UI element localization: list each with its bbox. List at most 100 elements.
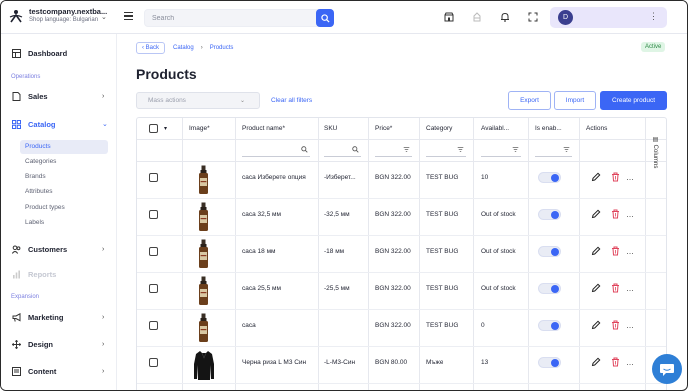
enabled-toggle[interactable] [538, 246, 561, 257]
delete-trash-icon[interactable] [611, 320, 620, 330]
chevron-right-icon: › [102, 93, 105, 100]
products-table: ▾ Image* Product name* SKU Price* Catego… [136, 117, 667, 390]
sidebar-subitem-products[interactable]: Products [25, 143, 51, 150]
header-category[interactable]: Category [426, 125, 452, 132]
row-checkbox[interactable] [149, 173, 158, 182]
sidebar-item-label: Dashboard [28, 49, 68, 58]
breadcrumb-catalog[interactable]: Catalog [173, 45, 194, 51]
fullscreen-icon[interactable] [528, 12, 538, 22]
search-input[interactable] [145, 10, 305, 26]
row-checkbox[interactable] [149, 358, 158, 367]
filter-category-input[interactable] [426, 145, 466, 157]
table-row[interactable]: Черна риза L M3 Син -L-M3-Син BGN 80.00 … [137, 347, 666, 384]
table-row[interactable]: саса Изберете опция -Изберет... BGN 322.… [137, 162, 666, 199]
sidebar-item-sales[interactable]: Sales [12, 92, 48, 101]
menu-toggle-icon[interactable] [124, 12, 133, 20]
sidebar: Dashboard Operations Sales › Catalog ⌄ P… [1, 34, 117, 390]
edit-pencil-icon[interactable] [591, 172, 601, 182]
product-name-cell[interactable]: саса 25,5 мм [242, 285, 314, 292]
enabled-toggle[interactable] [538, 172, 561, 183]
product-name-cell[interactable]: Черна риза L M3 Син [242, 359, 314, 366]
product-name-cell[interactable]: саса 32,5 мм [242, 211, 314, 218]
filter-product-name-input[interactable] [242, 145, 310, 157]
enabled-toggle[interactable] [538, 209, 561, 220]
store-icon[interactable] [444, 12, 454, 22]
category-cell: TEST BUG [426, 322, 459, 329]
select-all-checkbox[interactable] [149, 124, 158, 133]
delete-trash-icon[interactable] [611, 283, 620, 293]
table-row[interactable]: саса 25,5 мм -25,5 мм BGN 322.00 TEST BU… [137, 273, 666, 310]
row-checkbox[interactable] [149, 321, 158, 330]
chevron-down-icon[interactable]: ▾ [164, 125, 167, 132]
sidebar-item-catalog[interactable]: Catalog [12, 120, 56, 129]
more-horizontal-icon[interactable]: … [626, 173, 634, 182]
table-row[interactable]: саса 32,5 мм -32,5 мм BGN 322.00 TEST BU… [137, 199, 666, 236]
edit-pencil-icon[interactable] [591, 320, 601, 330]
sidebar-subitem-labels[interactable]: Labels [25, 219, 44, 226]
sidebar-item-dashboard[interactable]: Dashboard [12, 49, 67, 58]
user-menu[interactable]: D ⋮ [550, 7, 667, 28]
delete-trash-icon[interactable] [611, 246, 620, 256]
export-button[interactable]: Export [508, 91, 551, 110]
sidebar-item-marketing[interactable]: Marketing [12, 313, 63, 322]
filter-enabled-input[interactable] [535, 145, 572, 157]
more-horizontal-icon[interactable]: … [626, 284, 634, 293]
table-row[interactable]: саса BGN 322.00 TEST BUG 0 … [137, 310, 666, 347]
sidebar-subitem-attributes[interactable]: Attributes [25, 188, 52, 195]
clear-filters-link[interactable]: Clear all filters [271, 97, 312, 104]
chat-widget-button[interactable] [652, 354, 682, 384]
availability-cell: 13 [481, 359, 489, 366]
breadcrumb-products[interactable]: Products [210, 45, 234, 51]
more-horizontal-icon[interactable]: … [626, 358, 634, 367]
filter-price-input[interactable] [375, 145, 412, 157]
category-cell: TEST BUG [426, 285, 459, 292]
more-horizontal-icon[interactable]: … [626, 247, 634, 256]
table-row[interactable]: саса 18 мм -18 мм BGN 322.00 TEST BUG Ou… [137, 236, 666, 273]
catalog-grid-icon [12, 120, 21, 129]
delete-trash-icon[interactable] [611, 172, 620, 182]
more-vertical-icon[interactable]: ⋮ [649, 11, 658, 22]
header-is-enabled[interactable]: Is enab... [535, 125, 562, 132]
edit-pencil-icon[interactable] [591, 283, 601, 293]
enabled-toggle[interactable] [538, 320, 561, 331]
delete-trash-icon[interactable] [611, 357, 620, 367]
category-cell: TEST BUG [426, 211, 459, 218]
header-product-name[interactable]: Product name* [242, 125, 285, 132]
search-button[interactable] [316, 9, 334, 27]
mass-actions-select[interactable]: Mass actions ⌄ [136, 92, 260, 109]
sidebar-subitem-categories[interactable]: Categories [25, 158, 56, 165]
filter-sku-input[interactable] [324, 145, 361, 157]
sidebar-subitem-brands[interactable]: Brands [25, 173, 46, 180]
more-horizontal-icon[interactable]: … [626, 210, 634, 219]
create-product-button[interactable]: Create product [600, 91, 667, 110]
search-icon [352, 146, 360, 154]
edit-pencil-icon[interactable] [591, 209, 601, 219]
more-horizontal-icon[interactable]: … [626, 321, 634, 330]
back-button[interactable]: ‹ Back [136, 42, 166, 54]
product-name-cell[interactable]: саса 18 мм [242, 248, 314, 255]
header-sku[interactable]: SKU [324, 125, 337, 132]
filter-availability-input[interactable] [481, 145, 521, 157]
row-checkbox[interactable] [149, 284, 158, 293]
sidebar-subitem-product-types[interactable]: Product types [25, 204, 65, 211]
delete-trash-icon[interactable] [611, 209, 620, 219]
enabled-toggle[interactable] [538, 357, 561, 368]
bell-icon[interactable] [500, 12, 510, 22]
header-price[interactable]: Price* [375, 125, 392, 132]
price-cell: BGN 322.00 [375, 322, 411, 329]
header-availability[interactable]: Availabl... [481, 125, 509, 132]
sidebar-item-content[interactable]: Content [12, 367, 56, 376]
product-image-bottle [199, 239, 208, 268]
toggle-knob [551, 174, 559, 182]
product-name-cell[interactable]: саса Изберете опция [242, 174, 314, 181]
product-name-cell[interactable]: саса [242, 322, 314, 329]
import-button[interactable]: Import [554, 91, 596, 110]
company-switcher[interactable]: testcompany.nextba... Shop language: Bul… [9, 7, 107, 24]
edit-pencil-icon[interactable] [591, 246, 601, 256]
row-checkbox[interactable] [149, 247, 158, 256]
sidebar-item-design[interactable]: Design [12, 340, 53, 349]
sidebar-item-customers[interactable]: Customers [12, 245, 67, 254]
row-checkbox[interactable] [149, 210, 158, 219]
edit-pencil-icon[interactable] [591, 357, 601, 367]
enabled-toggle[interactable] [538, 283, 561, 294]
